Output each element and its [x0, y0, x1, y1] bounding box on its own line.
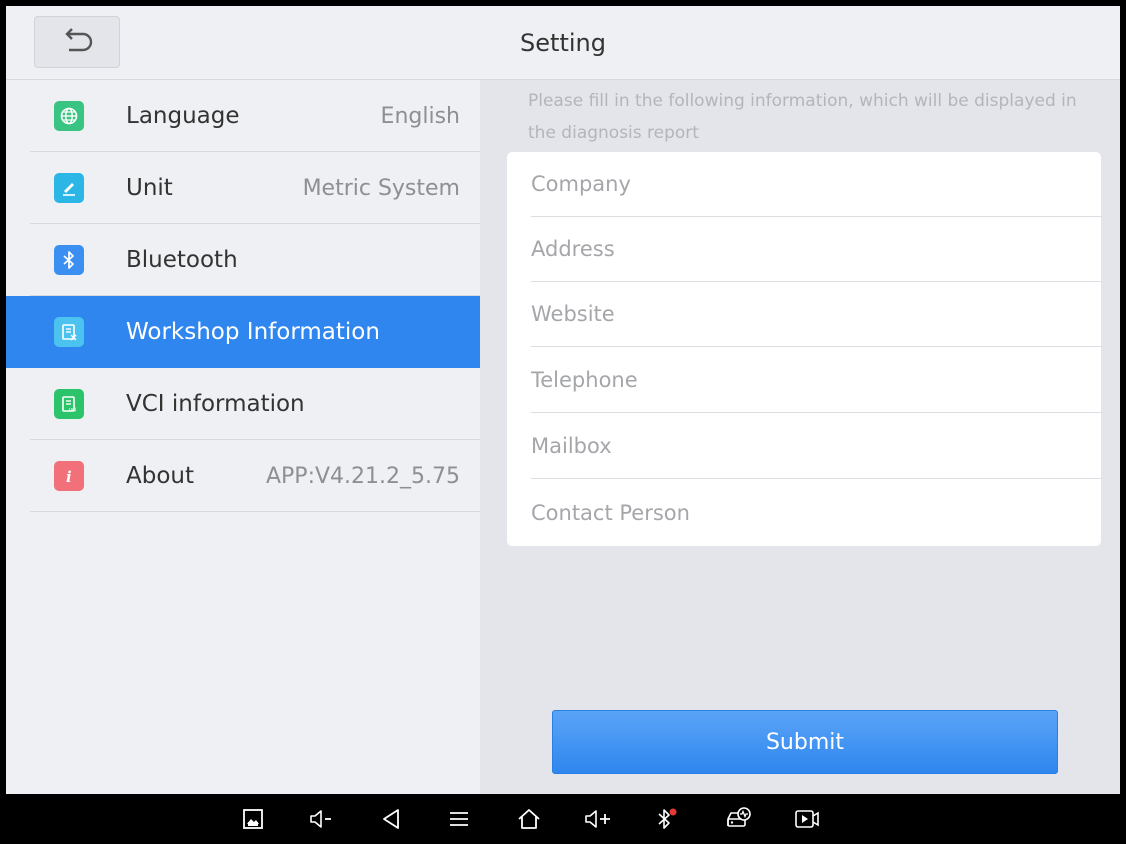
sidebar-item-language[interactable]: Language English [6, 80, 480, 152]
contact-person-input[interactable] [531, 500, 1101, 525]
volume-down-icon[interactable] [306, 804, 340, 834]
back-icon[interactable] [374, 804, 408, 834]
volume-up-icon[interactable] [582, 804, 616, 834]
workshop-icon [54, 317, 84, 347]
address-field-row [531, 217, 1101, 282]
app-window: Setting Language English Unit Metric Sys… [0, 0, 1126, 844]
car-diagnostic-icon[interactable] [722, 804, 756, 834]
screen-record-icon[interactable] [790, 804, 824, 834]
globe-icon [54, 101, 84, 131]
workshop-info-panel: Please fill in the following information… [480, 80, 1120, 794]
sidebar-item-value: English [380, 103, 460, 129]
sidebar-item-label: About [126, 463, 195, 489]
website-field-row [531, 282, 1101, 347]
company-field-row [531, 152, 1101, 217]
home-icon[interactable] [512, 804, 546, 834]
sidebar-item-value: APP:V4.21.2_5.75 [265, 463, 460, 489]
svg-text:vci: vci [69, 408, 76, 414]
sidebar-item-value: Metric System [302, 175, 460, 201]
mailbox-input[interactable] [531, 434, 1101, 458]
sidebar-item-label: Bluetooth [126, 247, 238, 273]
settings-sidebar: Language English Unit Metric System Blue… [6, 80, 480, 794]
telephone-field-row [531, 348, 1101, 413]
menu-icon[interactable] [442, 804, 476, 834]
sidebar-item-label: Workshop Information [126, 319, 380, 345]
divider [30, 511, 480, 512]
svg-text:i: i [66, 468, 72, 485]
bluetooth-status-icon[interactable] [650, 804, 684, 834]
sidebar-item-unit[interactable]: Unit Metric System [6, 152, 480, 224]
sidebar-item-label: VCI information [126, 391, 305, 417]
bluetooth-icon [54, 245, 84, 275]
website-input[interactable] [531, 302, 1101, 326]
sidebar-item-vci-information[interactable]: vci VCI information [6, 368, 480, 440]
workshop-form [507, 152, 1101, 546]
sidebar-item-workshop-information[interactable]: Workshop Information [6, 296, 480, 368]
page-title: Setting [520, 29, 606, 57]
company-input[interactable] [531, 172, 1101, 196]
submit-button[interactable]: Submit [552, 710, 1058, 774]
back-button[interactable] [34, 16, 120, 68]
system-nav-bar [0, 794, 1126, 844]
sidebar-item-label: Unit [126, 175, 173, 201]
telephone-input[interactable] [531, 368, 1101, 392]
screenshot-icon[interactable] [236, 804, 270, 834]
ruler-icon [54, 173, 84, 203]
header-bar: Setting [6, 6, 1120, 80]
sidebar-item-bluetooth[interactable]: Bluetooth [6, 224, 480, 296]
mailbox-field-row [531, 414, 1101, 479]
contact-person-field-row [531, 480, 1101, 545]
info-icon: i [54, 461, 84, 491]
sidebar-item-label: Language [126, 103, 240, 129]
vci-icon: vci [54, 389, 84, 419]
form-hint-text: Please fill in the following information… [528, 91, 1077, 143]
address-input[interactable] [531, 237, 1101, 261]
sidebar-item-about[interactable]: i About APP:V4.21.2_5.75 [6, 440, 480, 512]
back-arrow-icon [59, 27, 95, 57]
